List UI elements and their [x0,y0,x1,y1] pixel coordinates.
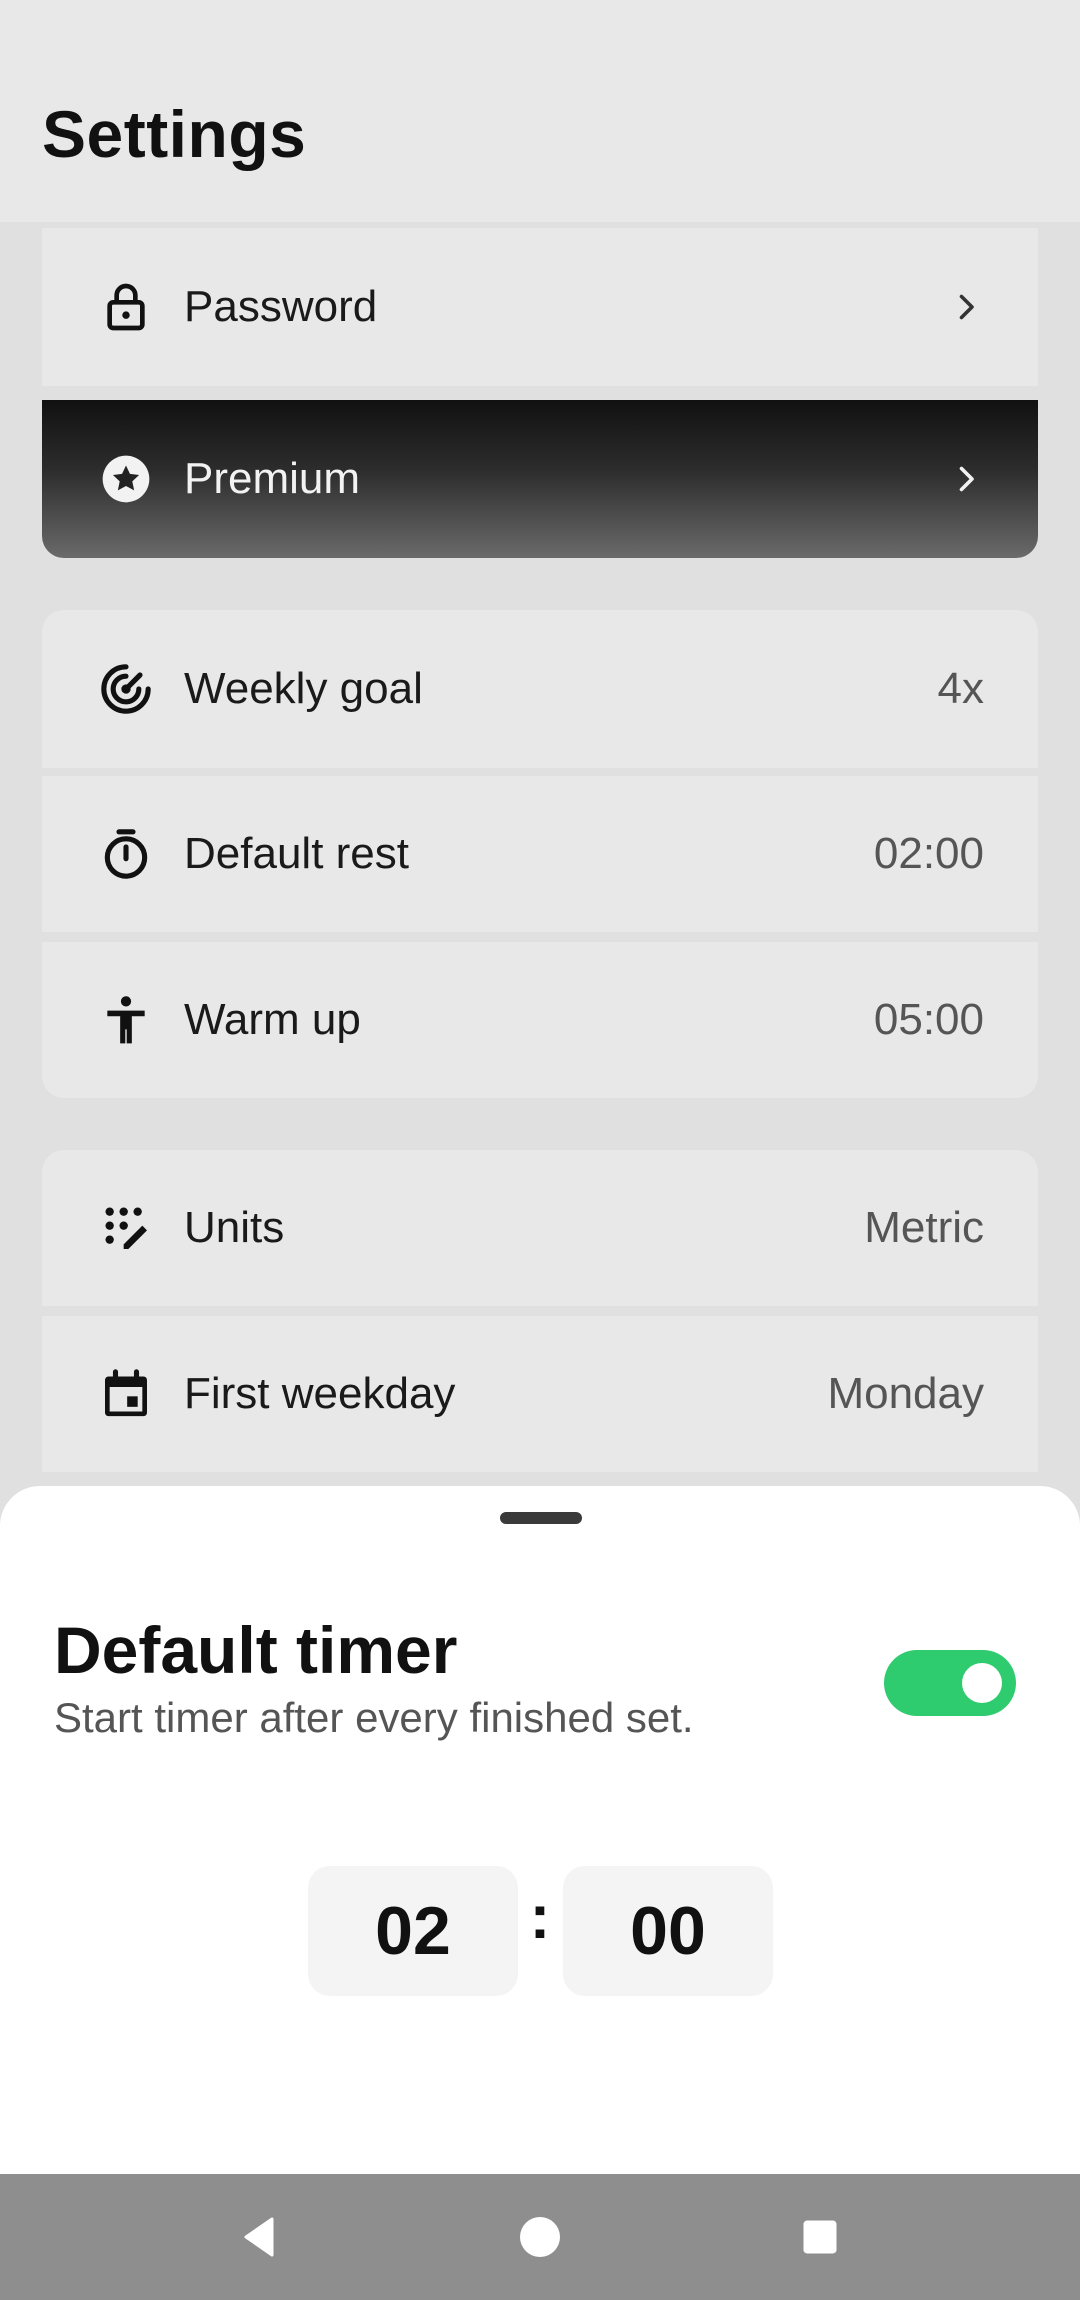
time-separator: : [529,1883,551,1952]
calendar-icon [98,1366,154,1422]
settings-row-default-rest[interactable]: Default rest 02:00 [42,776,1038,932]
row-value: 4x [937,664,984,713]
recents-icon[interactable] [792,2209,848,2265]
person-icon [98,992,154,1048]
home-icon[interactable] [512,2209,568,2265]
row-label: Default rest [184,829,409,878]
star-circle-icon [98,451,154,507]
sheet-subtitle: Start timer after every finished set. [54,1694,694,1741]
app-header: Settings [0,0,1080,222]
sheet-title: Default timer [54,1613,458,1687]
settings-row-first-weekday[interactable]: First weekday Monday [42,1316,1038,1472]
settings-row-weekly-goal[interactable]: Weekly goal 4x [42,610,1038,768]
chevron-right-icon [959,466,974,492]
default-timer-toggle[interactable] [884,1650,1016,1716]
row-value: 02:00 [873,829,984,878]
back-icon[interactable] [232,2209,288,2265]
default-timer-sheet: Default timer Start timer after every fi… [0,1486,1080,2174]
toggle-knob [962,1663,1002,1703]
lock-icon [98,279,154,335]
page-title: Settings [42,97,307,171]
chevron-right-icon [959,294,974,320]
row-value: Monday [827,1369,984,1418]
row-label: Warm up [184,995,361,1044]
stopwatch-icon [98,826,154,882]
ruler-dots-icon [98,1200,154,1256]
drag-handle[interactable] [500,1512,582,1524]
row-label: Weekly goal [184,664,423,713]
settings-row-password[interactable]: Password [42,228,1038,386]
row-value: 05:00 [873,995,984,1044]
system-nav-bar [0,2174,1080,2300]
row-value: Metric [864,1203,984,1252]
seconds-picker[interactable]: 00 [563,1866,773,1996]
row-label: Units [184,1203,285,1252]
row-label: Premium [184,454,361,503]
row-label: First weekday [184,1369,456,1418]
settings-row-premium[interactable]: Premium [42,400,1038,558]
target-icon [98,661,154,717]
settings-row-warm-up[interactable]: Warm up 05:00 [42,942,1038,1098]
row-label: Password [184,282,378,331]
settings-row-units[interactable]: Units Metric [42,1150,1038,1306]
minutes-picker[interactable]: 02 [308,1866,518,1996]
